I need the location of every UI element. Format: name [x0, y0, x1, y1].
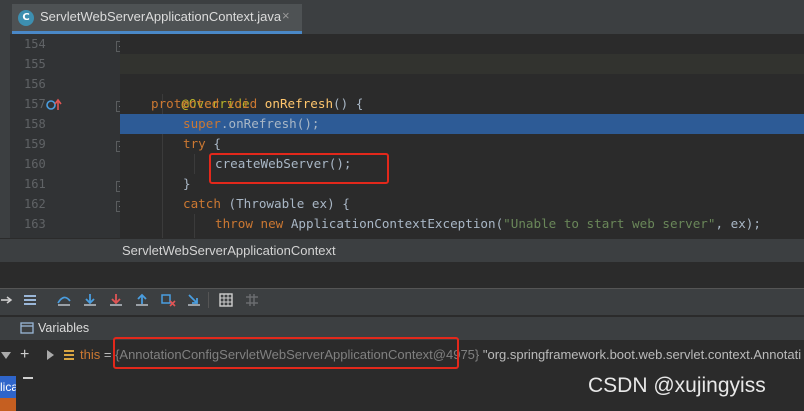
- code-line-157: protected void onRefresh() {: [120, 94, 804, 114]
- code-line-155: [120, 54, 804, 74]
- run-to-cursor-icon[interactable]: [186, 293, 202, 307]
- panel-divider: [0, 262, 804, 288]
- frames-selected-item[interactable]: lica: [0, 376, 16, 398]
- line-number: 159: [24, 137, 46, 151]
- java-class-icon: C: [18, 10, 34, 26]
- toolbar-separator: [208, 292, 209, 308]
- collapse-arrow-icon[interactable]: [0, 350, 12, 362]
- method-name: onRefresh: [264, 96, 334, 111]
- code-text: .onRefresh();: [220, 116, 320, 131]
- layout-list-icon[interactable]: [22, 293, 38, 307]
- highlight-box-variable-value: [113, 337, 459, 369]
- keyword-text: new: [260, 216, 284, 231]
- step-into-icon[interactable]: [82, 293, 98, 307]
- code-line-158-execution-point: super.onRefresh();: [120, 114, 804, 134]
- keyword-text: protected: [151, 96, 220, 111]
- code-line-162: catch (Throwable ex) {: [120, 194, 804, 214]
- breadcrumb[interactable]: ServletWebServerApplicationContext: [122, 243, 336, 258]
- line-number: 155: [24, 57, 46, 71]
- code-text: }: [183, 176, 191, 191]
- code-text: () {: [333, 96, 364, 111]
- add-watch-icon[interactable]: +: [20, 346, 29, 364]
- code-text: {: [205, 136, 221, 151]
- keyword-text: super: [183, 116, 221, 131]
- code-text: (Throwable ex) {: [220, 196, 350, 211]
- remove-watch-icon[interactable]: [22, 372, 34, 384]
- keyword-text: void: [226, 96, 258, 111]
- step-over-icon[interactable]: [56, 293, 72, 307]
- editor-tab-title[interactable]: ServletWebServerApplicationContext.java: [40, 9, 281, 24]
- drop-frame-icon[interactable]: [160, 293, 176, 307]
- step-out-icon[interactable]: [134, 293, 150, 307]
- code-text: , ex);: [715, 216, 761, 231]
- force-step-into-icon[interactable]: [108, 293, 124, 307]
- variable-name: this: [80, 347, 101, 362]
- code-line-154: }: [120, 34, 804, 71]
- line-number: 162: [24, 197, 46, 211]
- keyword-text: throw: [215, 216, 253, 231]
- keyword-text: catch: [183, 196, 221, 211]
- watermark: CSDN @xujingyiss: [588, 374, 766, 397]
- variables-title: Variables: [38, 321, 90, 335]
- line-number: 163: [24, 217, 46, 231]
- line-number: 154: [24, 37, 46, 51]
- code-line-163: throw new ApplicationContextException("U…: [120, 214, 804, 234]
- keyword-text: try: [183, 136, 206, 151]
- frames-item[interactable]: [0, 398, 16, 411]
- trace-stream-icon[interactable]: [244, 293, 260, 307]
- string-literal: "Unable to start web server": [503, 216, 716, 231]
- variables-panel-icon: [20, 322, 34, 334]
- override-method-icon[interactable]: [46, 98, 64, 112]
- line-number: 160: [24, 157, 46, 171]
- line-number: 158: [24, 117, 46, 131]
- code-line-159: try {: [120, 134, 804, 154]
- breadcrumb-bar: [0, 238, 804, 263]
- evaluate-expression-icon[interactable]: [218, 293, 234, 307]
- line-number: 161: [24, 177, 46, 191]
- code-text: ApplicationContextException(: [283, 216, 504, 231]
- field-icon: [64, 350, 74, 360]
- code-editor[interactable]: } @Override protected void onRefresh() {…: [120, 34, 804, 238]
- line-number: 156: [24, 77, 46, 91]
- close-tab-icon[interactable]: ×: [282, 8, 290, 23]
- expand-node-icon[interactable]: [45, 349, 55, 361]
- code-line-156: @Override: [120, 74, 804, 111]
- left-tool-strip: [0, 34, 10, 238]
- variable-description: "org.springframework.boot.web.servlet.co…: [479, 347, 802, 362]
- show-execution-point-icon[interactable]: [0, 293, 16, 307]
- editor-gutter: 154 155 156 157 158 159 160 161 162 163: [10, 34, 126, 238]
- highlight-box-createWebServer: [209, 153, 389, 184]
